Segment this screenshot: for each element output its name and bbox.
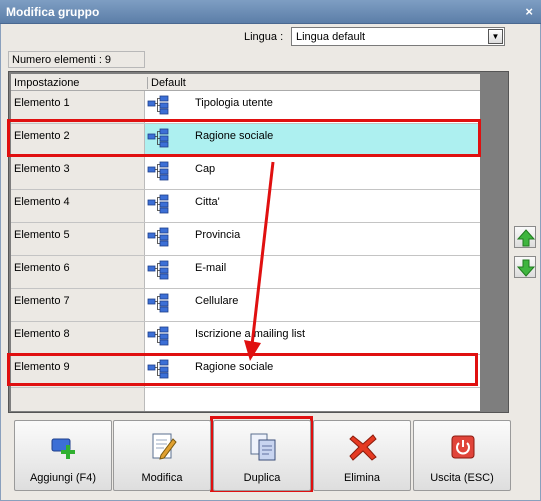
row-name: Elemento 5 bbox=[14, 229, 70, 241]
tree-node-icon bbox=[147, 260, 169, 280]
row-name: Elemento 7 bbox=[14, 295, 70, 307]
close-icon[interactable]: × bbox=[525, 4, 533, 19]
power-icon bbox=[451, 435, 475, 459]
grid-header: Impostazione Default bbox=[11, 74, 480, 91]
arrow-down-icon bbox=[517, 259, 535, 277]
add-icon bbox=[51, 438, 75, 459]
row-default-value: Cap bbox=[195, 163, 216, 175]
move-up-button[interactable] bbox=[514, 226, 536, 248]
modifica-button[interactable]: Modifica bbox=[113, 420, 211, 491]
row-default-value: Provincia bbox=[195, 229, 241, 241]
uscita-label: Uscita (ESC) bbox=[430, 472, 494, 484]
title-bar: Modifica gruppo × bbox=[0, 0, 541, 24]
tree-node-icon bbox=[147, 95, 169, 115]
row-default-value: Cellulare bbox=[195, 295, 239, 307]
lingua-value: Lingua default bbox=[296, 31, 366, 43]
row-default-cell[interactable]: Citta' bbox=[145, 190, 480, 222]
aggiungi-label: Aggiungi (F4) bbox=[29, 472, 97, 484]
tree-node-icon bbox=[147, 227, 169, 247]
row-name: Elemento 4 bbox=[14, 196, 70, 208]
tree-node-icon bbox=[147, 194, 169, 214]
arrow-up-icon bbox=[517, 229, 535, 247]
row-default-value: Citta' bbox=[195, 196, 220, 208]
lingua-select[interactable]: Lingua default ▼ bbox=[291, 27, 505, 46]
row-name: Elemento 6 bbox=[14, 262, 70, 274]
row-default-cell[interactable]: Provincia bbox=[145, 223, 480, 255]
delete-x-icon bbox=[349, 434, 377, 461]
elimina-label: Elimina bbox=[343, 472, 381, 484]
tree-node-icon bbox=[147, 326, 169, 346]
row-default-cell[interactable]: E-mail bbox=[145, 256, 480, 288]
window-title: Modifica gruppo bbox=[6, 5, 100, 19]
modifica-label: Modifica bbox=[141, 472, 183, 484]
element-count: Numero elementi : 9 bbox=[8, 51, 145, 68]
move-down-button[interactable] bbox=[514, 256, 536, 278]
duplica-label: Duplica bbox=[243, 472, 281, 484]
row-default-cell[interactable]: Iscrizione a mailing list bbox=[145, 322, 480, 354]
row-name: Elemento 3 bbox=[14, 163, 70, 175]
row-default-value: E-mail bbox=[195, 262, 227, 274]
row-default-value: Tipologia utente bbox=[195, 97, 273, 109]
row-name: Elemento 8 bbox=[14, 328, 70, 340]
aggiungi-button[interactable]: Aggiungi (F4) bbox=[14, 420, 112, 491]
row-name: Elemento 1 bbox=[14, 97, 70, 109]
elimina-button[interactable]: Elimina bbox=[313, 420, 411, 491]
header-default: Default bbox=[147, 77, 186, 89]
edit-document-icon bbox=[152, 433, 177, 460]
tree-node-icon bbox=[147, 293, 169, 313]
duplica-button[interactable]: Duplica bbox=[213, 420, 311, 491]
row-default-cell[interactable]: Cellulare bbox=[145, 289, 480, 321]
lingua-label: Lingua : bbox=[244, 31, 284, 43]
row-default-cell[interactable]: Cap bbox=[145, 157, 480, 189]
tree-node-icon bbox=[147, 161, 169, 181]
uscita-button[interactable]: Uscita (ESC) bbox=[413, 420, 511, 491]
chevron-down-icon[interactable]: ▼ bbox=[488, 29, 503, 44]
duplicate-icon bbox=[250, 433, 276, 461]
annotation-arrow bbox=[244, 161, 275, 361]
header-impostazione: Impostazione bbox=[14, 77, 80, 89]
